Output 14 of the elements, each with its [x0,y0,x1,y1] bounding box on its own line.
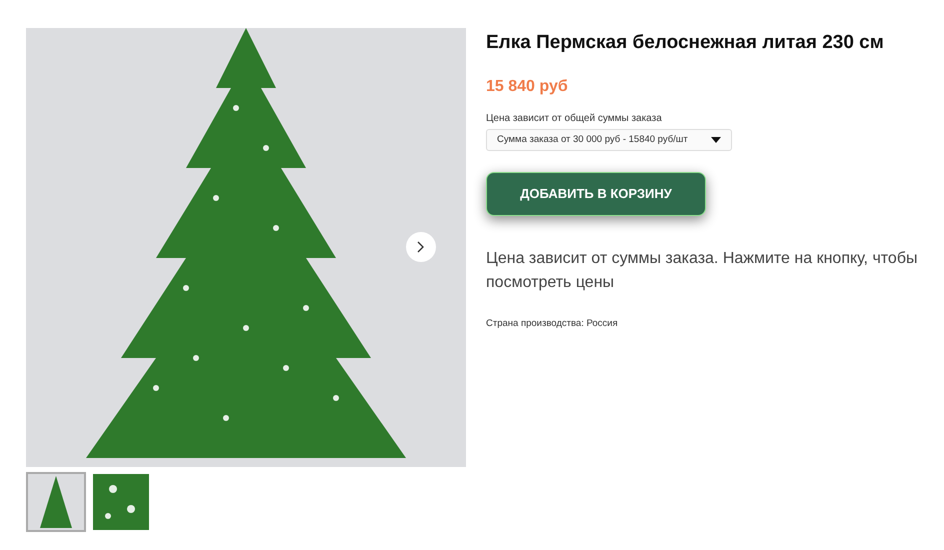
chevron-right-icon [417,241,425,253]
thumbnail[interactable] [26,472,86,532]
add-to-cart-button[interactable]: ДОБАВИТЬ В КОРЗИНУ [486,172,706,216]
tree-thumbnail-drawing [28,474,84,530]
branch-thumbnail-drawing [93,474,149,530]
product-price: 15 840 руб [486,77,569,97]
thumbnail[interactable] [91,472,151,532]
price-note: Цена зависит от общей суммы заказа [486,112,663,126]
description: Цена зависит от суммы заказа. Нажмите на кнопку, чтобы посмотреть цены [486,249,918,293]
next-image-button[interactable] [406,232,436,262]
dropdown-arrow-icon [711,137,721,143]
price-select[interactable]: Сумма заказа от 30 000 руб - 15840 руб/шт [486,129,732,151]
product-title: Елка Пермская белоснежная литая 230 см [486,31,885,55]
country-of-origin: Страна производства: Россия [486,317,619,331]
